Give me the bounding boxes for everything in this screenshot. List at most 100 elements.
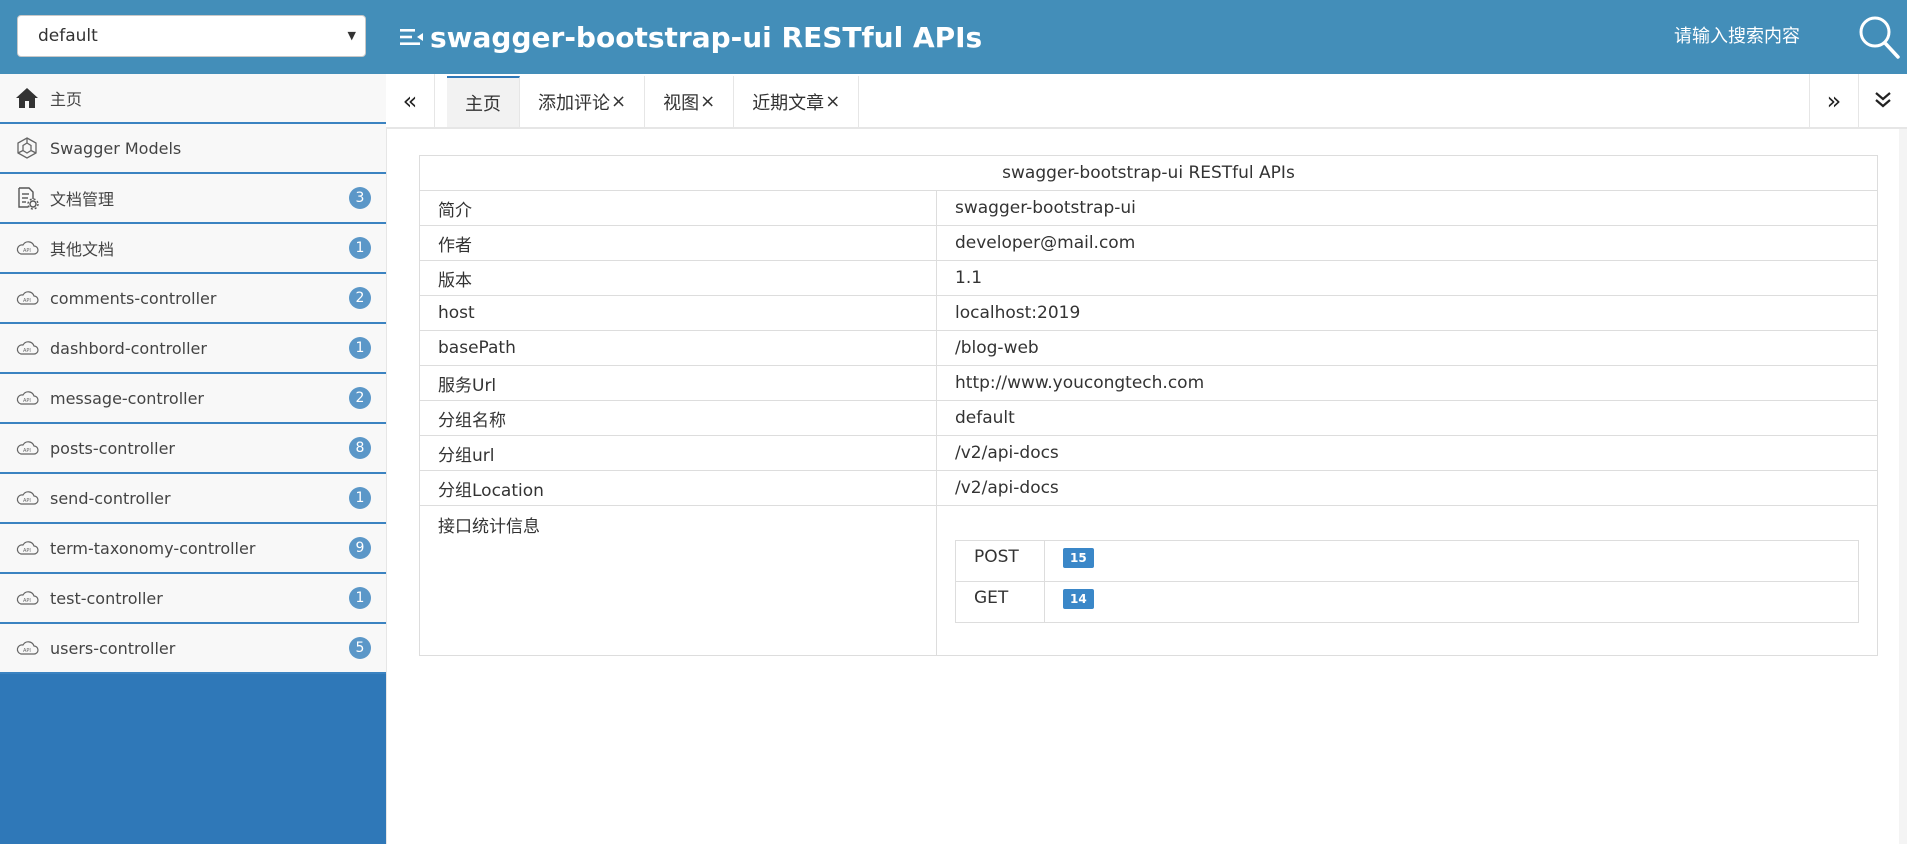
- method-count-badge: 14: [1063, 589, 1094, 609]
- info-value: /v2/api-docs: [936, 470, 1878, 506]
- tab-home[interactable]: 主页: [447, 76, 520, 127]
- stats-cell: POST 15 GET 14: [936, 505, 1878, 656]
- sidebar-item-message-controller[interactable]: API message-controller 2: [0, 374, 386, 424]
- svg-text:API: API: [23, 548, 31, 554]
- sidebar-item-label: test-controller: [50, 588, 163, 608]
- info-value: swagger-bootstrap-ui: [936, 190, 1878, 226]
- method-name: GET: [955, 581, 1045, 623]
- svg-text:API: API: [23, 598, 31, 604]
- tab-add-comment[interactable]: 添加评论 ×: [520, 76, 646, 127]
- method-stats-table: POST 15 GET 14: [955, 540, 1859, 623]
- double-chevron-down-icon: [1873, 87, 1893, 115]
- search-input[interactable]: 请输入搜索内容: [1674, 24, 1800, 50]
- home-icon: [14, 85, 40, 111]
- count-badge: 2: [349, 387, 371, 409]
- menu-toggle-icon[interactable]: [400, 27, 424, 47]
- count-badge: 8: [349, 437, 371, 459]
- sidebar-item-label: posts-controller: [50, 438, 175, 458]
- vertical-scrollbar[interactable]: [1899, 129, 1907, 844]
- sidebar-item-other-docs[interactable]: API 其他文档 1: [0, 224, 386, 274]
- sidebar-item-doc-manage[interactable]: 文档管理 3: [0, 174, 386, 224]
- info-value: http://www.youcongtech.com: [936, 365, 1878, 401]
- sidebar-item-label: term-taxonomy-controller: [50, 538, 256, 558]
- svg-text:API: API: [23, 348, 31, 354]
- sidebar-item-posts-controller[interactable]: API posts-controller 8: [0, 424, 386, 474]
- sidebar-item-label: 其他文档: [50, 240, 115, 259]
- api-cloud-icon: API: [14, 585, 40, 611]
- svg-text:API: API: [23, 498, 31, 504]
- table-row: POST 15: [955, 540, 1859, 582]
- sidebar-item-users-controller[interactable]: API users-controller 5: [0, 624, 386, 674]
- table-row: 作者 developer@mail.com: [419, 225, 1878, 261]
- search-icon[interactable]: [1856, 12, 1902, 60]
- close-icon[interactable]: ×: [700, 91, 715, 112]
- svg-text:API: API: [23, 248, 31, 254]
- tab-scroll-left-button[interactable]: «: [386, 74, 435, 127]
- tab-bar: « 主页 添加评论 × 视图 × 近期文章 × »: [386, 74, 1907, 129]
- brand: swagger-bootstrap-ui RESTful APIs: [400, 17, 982, 57]
- top-header: default ▼ swagger-bootstrap-ui RESTful A…: [0, 0, 1907, 74]
- sidebar-item-term-taxonomy-controller[interactable]: API term-taxonomy-controller 9: [0, 524, 386, 574]
- api-cloud-icon: API: [14, 435, 40, 461]
- info-key: 简介: [419, 190, 937, 226]
- tab-view[interactable]: 视图 ×: [645, 76, 735, 127]
- count-badge: 3: [349, 187, 371, 209]
- method-count-cell: 14: [1044, 581, 1859, 623]
- sidebar-item-label: 文档管理: [50, 190, 115, 209]
- api-cloud-icon: API: [14, 535, 40, 561]
- group-select[interactable]: default ▼: [17, 15, 366, 57]
- sidebar-item-label: dashbord-controller: [50, 338, 207, 358]
- api-cloud-icon: API: [14, 385, 40, 411]
- doc-settings-icon: [14, 185, 40, 211]
- tab-recent-posts[interactable]: 近期文章 ×: [734, 76, 860, 127]
- svg-text:API: API: [23, 648, 31, 654]
- sidebar-item-test-controller[interactable]: API test-controller 1: [0, 574, 386, 624]
- api-cloud-icon: API: [14, 285, 40, 311]
- table-row: host localhost:2019: [419, 295, 1878, 331]
- group-select-value: default: [38, 26, 98, 46]
- sidebar-item-home[interactable]: 主页: [0, 74, 386, 124]
- table-row: 简介 swagger-bootstrap-ui: [419, 190, 1878, 226]
- close-icon[interactable]: ×: [825, 91, 840, 112]
- chevron-down-icon: ▼: [347, 29, 356, 42]
- tab-list: 主页 添加评论 × 视图 × 近期文章 ×: [447, 76, 860, 127]
- api-cloud-icon: API: [14, 485, 40, 511]
- sidebar-item-send-controller[interactable]: API send-controller 1: [0, 474, 386, 524]
- sidebar-item-dashbord-controller[interactable]: API dashbord-controller 1: [0, 324, 386, 374]
- main-content: swagger-bootstrap-ui RESTful APIs 简介 swa…: [386, 129, 1907, 844]
- count-badge: 1: [349, 587, 371, 609]
- sidebar-item-swagger-models[interactable]: Swagger Models: [0, 124, 386, 174]
- api-cloud-icon: API: [14, 635, 40, 661]
- api-cloud-icon: API: [14, 335, 40, 361]
- tab-label: 近期文章: [752, 92, 825, 114]
- info-key: host: [419, 295, 937, 331]
- info-key: 服务Url: [419, 365, 937, 401]
- table-row: 服务Url http://www.youcongtech.com: [419, 365, 1878, 401]
- svg-text:API: API: [23, 298, 31, 304]
- info-value: default: [936, 400, 1878, 436]
- tab-label: 添加评论: [538, 92, 610, 114]
- tab-scroll-right-button[interactable]: »: [1809, 74, 1858, 127]
- tab-label: 视图: [663, 92, 700, 114]
- count-badge: 1: [349, 487, 371, 509]
- svg-text:API: API: [23, 448, 31, 454]
- tab-menu-button[interactable]: [1858, 74, 1907, 127]
- sidebar-item-label: message-controller: [50, 388, 205, 408]
- info-key: basePath: [419, 330, 937, 366]
- table-row: basePath /blog-web: [419, 330, 1878, 366]
- info-key: 分组url: [419, 435, 937, 471]
- info-key: 版本: [419, 260, 937, 296]
- sidebar-item-comments-controller[interactable]: API comments-controller 2: [0, 274, 386, 324]
- close-icon[interactable]: ×: [611, 91, 626, 112]
- table-row: swagger-bootstrap-ui RESTful APIs: [419, 155, 1878, 191]
- info-title: swagger-bootstrap-ui RESTful APIs: [419, 155, 1878, 191]
- sidebar-item-label: Swagger Models: [50, 138, 182, 158]
- table-row: 版本 1.1: [419, 260, 1878, 296]
- api-cloud-icon: API: [14, 235, 40, 261]
- page-title: swagger-bootstrap-ui RESTful APIs: [430, 20, 983, 54]
- info-value: 1.1: [936, 260, 1878, 296]
- method-count-cell: 15: [1044, 540, 1859, 582]
- count-badge: 1: [349, 337, 371, 359]
- tab-label: 主页: [465, 93, 501, 115]
- svg-text:API: API: [23, 398, 31, 404]
